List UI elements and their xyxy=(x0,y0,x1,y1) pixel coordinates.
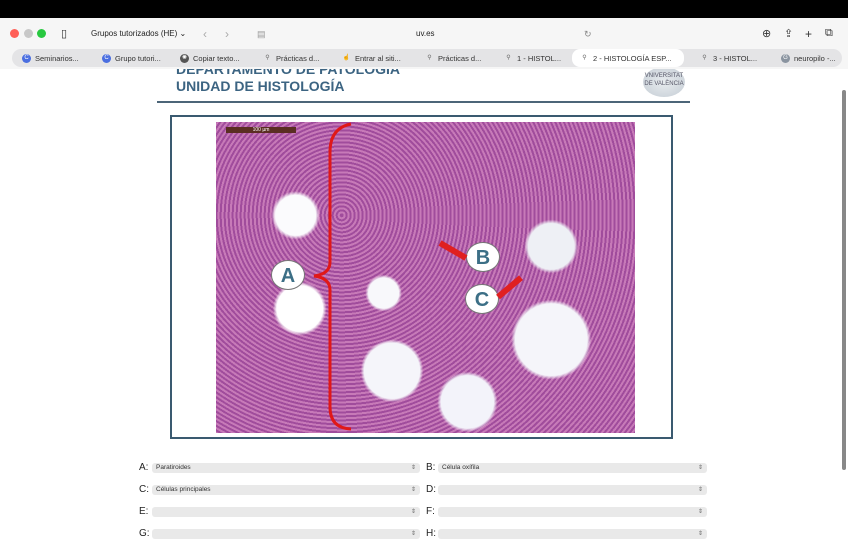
scrollbar[interactable] xyxy=(842,90,846,470)
tab-label: Prácticas d... xyxy=(276,53,320,63)
field-label: A: xyxy=(139,462,149,473)
tab-label: neuropilo -... xyxy=(794,53,836,63)
microscope-icon: ⚲ xyxy=(582,54,587,61)
tab-label: Copiar texto... xyxy=(193,53,240,63)
image-frame: 100 µm A B C xyxy=(170,115,673,439)
tab-label: Entrar al siti... xyxy=(355,53,401,63)
tab-label: 2 - HISTOLOGÍA ESP... xyxy=(593,53,672,63)
microscope-icon: ⚲ xyxy=(427,54,432,61)
chevron-updown-icon: ⇕ xyxy=(697,509,703,515)
forward-button[interactable]: › xyxy=(225,27,229,41)
field-label: F: xyxy=(426,506,435,517)
field-label: C: xyxy=(139,484,149,495)
c-icon: C xyxy=(102,53,111,63)
download-icon[interactable]: ⊕ xyxy=(762,27,771,40)
browser-tab[interactable]: ⚲ Prácticas d... xyxy=(417,49,497,67)
chevron-updown-icon: ⇕ xyxy=(410,509,416,515)
answer-select[interactable]: ⇕ xyxy=(152,507,420,517)
share-icon[interactable]: ⇪ xyxy=(784,27,793,40)
microscope-icon: ⚲ xyxy=(506,54,511,61)
g-icon: G xyxy=(781,53,790,63)
tab-overview-icon[interactable]: ⧉ xyxy=(825,27,833,40)
zoom-window-button[interactable] xyxy=(37,29,46,38)
chevron-updown-icon: ⇕ xyxy=(697,487,703,493)
answer-select[interactable]: Célula oxífila ⇕ xyxy=(438,463,707,473)
field-label: B: xyxy=(426,462,436,473)
answer-select[interactable]: ⇕ xyxy=(152,529,420,539)
university-logo: VNIVERSITAT DE VALÈNCIA xyxy=(643,69,685,97)
browser-tab[interactable]: C Seminarios... xyxy=(14,49,89,67)
field-label: H: xyxy=(426,528,436,539)
browser-tab[interactable]: ⚲ 2 - HISTOLOGÍA ESP... xyxy=(572,49,684,67)
tab-label: Prácticas d... xyxy=(438,53,482,63)
browser-tab[interactable]: ⚲ Prácticas d... xyxy=(255,49,335,67)
browser-tab[interactable]: C Grupo tutori... xyxy=(94,49,169,67)
answer-select[interactable]: ⇕ xyxy=(438,529,707,539)
tab-label: Grupo tutori... xyxy=(115,53,161,63)
back-button[interactable]: ‹ xyxy=(203,27,207,41)
chevron-updown-icon: ⇕ xyxy=(410,465,416,471)
hand-icon: ☝ xyxy=(342,54,351,61)
browser-tab[interactable]: ☝ Entrar al siti... xyxy=(334,49,414,67)
answer-select[interactable]: Células principales ⇕ xyxy=(152,485,420,495)
new-tab-icon[interactable]: + xyxy=(805,27,812,41)
reader-icon[interactable]: ▤ xyxy=(257,29,266,40)
browser-tab[interactable]: Gneuropilo -... xyxy=(773,49,841,67)
label-a: A xyxy=(271,260,305,290)
close-window-button[interactable] xyxy=(10,29,19,38)
page-content: DEPARTAMENTO DE PATOLOGÍA UNIDAD DE HIST… xyxy=(0,69,848,551)
reload-icon[interactable]: ↻ xyxy=(584,29,592,40)
microscope-icon: ⚲ xyxy=(702,54,707,61)
answer-select[interactable]: Paratiroides ⇕ xyxy=(152,463,420,473)
tab-label: 1 - HISTOL... xyxy=(517,53,562,63)
address-bar[interactable]: uv.es xyxy=(416,29,435,38)
chevron-updown-icon: ⇕ xyxy=(410,487,416,493)
field-label: G: xyxy=(139,528,150,539)
ai-icon: ✺ xyxy=(180,53,189,63)
label-c: C xyxy=(465,284,499,314)
tab-label: 3 - HISTOL... xyxy=(713,53,758,63)
tab-group-label: Grupos tutorizados (HE) xyxy=(91,29,178,38)
select-value: Paratiroides xyxy=(156,464,191,471)
unit-title: UNIDAD DE HISTOLOGÍA xyxy=(176,78,345,94)
header-divider xyxy=(157,101,690,103)
select-value: Células principales xyxy=(156,486,211,493)
select-value: Célula oxífila xyxy=(442,464,480,471)
c-icon: C xyxy=(22,53,31,63)
chevron-updown-icon: ⇕ xyxy=(697,465,703,471)
tab-label: Seminarios... xyxy=(35,53,79,63)
micrograph: 100 µm A B C xyxy=(216,122,635,433)
answer-select[interactable]: ⇕ xyxy=(438,485,707,495)
browser-tab[interactable]: ⚲ 3 - HISTOL... xyxy=(692,49,770,67)
department-title: DEPARTAMENTO DE PATOLOGÍA xyxy=(176,69,401,77)
menu-bar xyxy=(0,0,848,18)
sidebar-icon[interactable]: ▯ xyxy=(61,27,67,40)
field-label: E: xyxy=(139,506,149,517)
browser-tab[interactable]: ✺ Copiar texto... xyxy=(172,49,252,67)
minimize-window-button[interactable] xyxy=(24,29,33,38)
chevron-updown-icon: ⇕ xyxy=(697,531,703,537)
chevron-updown-icon: ⇕ xyxy=(410,531,416,537)
microscope-icon: ⚲ xyxy=(265,54,270,61)
browser-tab[interactable]: ⚲ 1 - HISTOL... xyxy=(496,49,571,67)
tab-group-selector[interactable]: Grupos tutorizados (HE) ⌄ xyxy=(91,29,186,38)
label-b: B xyxy=(466,242,500,272)
field-label: D: xyxy=(426,484,436,495)
answer-select[interactable]: ⇕ xyxy=(438,507,707,517)
